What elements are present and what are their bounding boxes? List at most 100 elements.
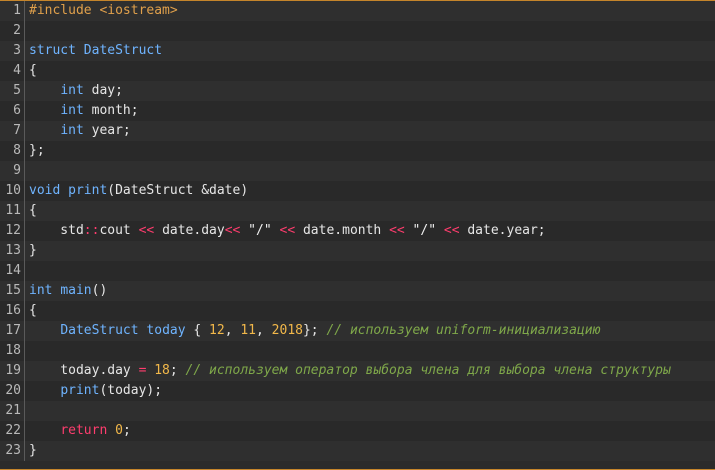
code-token: 11 xyxy=(240,323,257,338)
code-line[interactable]: 2 xyxy=(0,21,715,41)
code-token: :: xyxy=(83,223,100,238)
line-number: 9 xyxy=(0,161,25,181)
code-token: { xyxy=(185,323,210,338)
code-text: } xyxy=(25,441,37,461)
line-number: 6 xyxy=(0,101,25,121)
line-number: 4 xyxy=(0,61,25,81)
line-number: 12 xyxy=(0,221,25,241)
code-token: int xyxy=(60,103,84,118)
code-token: void xyxy=(29,183,61,198)
code-text: int day; xyxy=(25,81,123,101)
line-number: 22 xyxy=(0,421,25,441)
code-editor[interactable]: 1 #include <iostream> 2 3 struct DateStruct 4… xyxy=(0,0,715,470)
code-line[interactable]: 12 std::cout << date.day<< "/" << date.m… xyxy=(0,221,715,241)
code-line[interactable]: 7 int year; xyxy=(0,121,715,141)
code-token: #include <iostream> xyxy=(29,3,178,18)
code-token: } xyxy=(29,243,37,258)
line-number: 15 xyxy=(0,281,25,301)
code-line[interactable]: 16 { xyxy=(0,301,715,321)
code-line[interactable]: 3 struct DateStruct xyxy=(0,41,715,61)
code-token: << xyxy=(279,223,296,238)
code-token: } xyxy=(29,443,37,458)
code-token: { xyxy=(29,63,37,78)
code-line[interactable]: 20 print(today); xyxy=(0,381,715,401)
code-token: today.day xyxy=(29,363,139,378)
code-text: return 0; xyxy=(25,421,131,441)
code-line[interactable]: 6 int month; xyxy=(0,101,715,121)
code-token: // используем uniform-инициализацию xyxy=(326,323,601,338)
code-text: { xyxy=(25,201,37,221)
code-text: { xyxy=(25,301,37,321)
code-text: std::cout << date.day<< "/" << date.mont… xyxy=(25,221,546,241)
code-text: #include <iostream> xyxy=(25,1,178,21)
code-line[interactable]: 1 #include <iostream> xyxy=(0,1,715,21)
line-number: 14 xyxy=(0,261,25,281)
code-line[interactable]: 9 xyxy=(0,161,715,181)
line-number: 2 xyxy=(0,21,25,41)
code-token: date.month xyxy=(295,223,390,238)
code-line[interactable]: 11 { xyxy=(0,201,715,221)
code-line[interactable]: 19 today.day = 18; // используем операто… xyxy=(0,361,715,381)
code-line[interactable]: 21 xyxy=(0,401,715,421)
code-text: DateStruct today { 12, 11, 2018}; // исп… xyxy=(25,321,600,341)
code-line[interactable]: 13} xyxy=(0,241,715,261)
code-token: int xyxy=(60,123,84,138)
code-token: ; xyxy=(122,423,131,438)
line-number: 11 xyxy=(0,201,25,221)
code-token: 12 xyxy=(209,323,225,338)
line-number: 19 xyxy=(0,361,25,381)
code-line[interactable]: 15 int main() xyxy=(0,281,715,301)
line-number: 21 xyxy=(0,401,25,421)
line-number: 5 xyxy=(0,81,25,101)
code-token: // используем оператор выбора члена для … xyxy=(185,363,671,378)
code-line[interactable]: 22 return 0; xyxy=(0,421,715,441)
code-line[interactable]: 14 xyxy=(0,261,715,281)
code-line[interactable]: 5 int day; xyxy=(0,81,715,101)
code-token: struct xyxy=(29,43,76,58)
code-line[interactable]: 17 DateStruct today { 12, 11, 2018}; // … xyxy=(0,321,715,341)
code-line[interactable]: 4{ xyxy=(0,61,715,81)
code-text: void print(DateStruct &date) xyxy=(25,181,248,201)
code-token: date.year; xyxy=(459,223,546,238)
code-token: { xyxy=(29,303,37,318)
code-token: cout xyxy=(99,223,139,238)
code-token: date.day xyxy=(154,223,225,238)
code-token: ; xyxy=(169,363,186,378)
code-token: 18 xyxy=(154,363,170,378)
code-line[interactable]: 10 void print(DateStruct &date) xyxy=(0,181,715,201)
code-token: year; xyxy=(83,123,131,138)
line-number: 13 xyxy=(0,241,25,261)
code-token: std xyxy=(29,223,84,238)
code-line[interactable]: 23} xyxy=(0,441,715,461)
code-token: { xyxy=(29,203,37,218)
code-token: () xyxy=(91,283,108,298)
code-token: 0 xyxy=(115,423,123,438)
line-number: 7 xyxy=(0,121,25,141)
code-token: }; xyxy=(29,143,45,158)
code-text: { xyxy=(25,61,37,81)
line-number: 18 xyxy=(0,341,25,361)
code-text: int main() xyxy=(25,281,107,301)
code-token: today xyxy=(146,323,186,338)
code-token: "/" xyxy=(240,223,280,238)
code-token: << xyxy=(224,223,241,238)
code-text: int year; xyxy=(25,121,131,141)
code-token: int xyxy=(60,83,84,98)
code-token: << xyxy=(389,223,405,238)
code-token: day; xyxy=(83,83,123,98)
code-token: << xyxy=(138,223,155,238)
line-number: 23 xyxy=(0,441,25,461)
line-number: 10 xyxy=(0,181,25,201)
code-line[interactable]: 18 xyxy=(0,341,715,361)
code-token: (DateStruct &date) xyxy=(107,183,249,198)
code-line[interactable]: 8}; xyxy=(0,141,715,161)
code-text: struct DateStruct xyxy=(25,41,162,61)
